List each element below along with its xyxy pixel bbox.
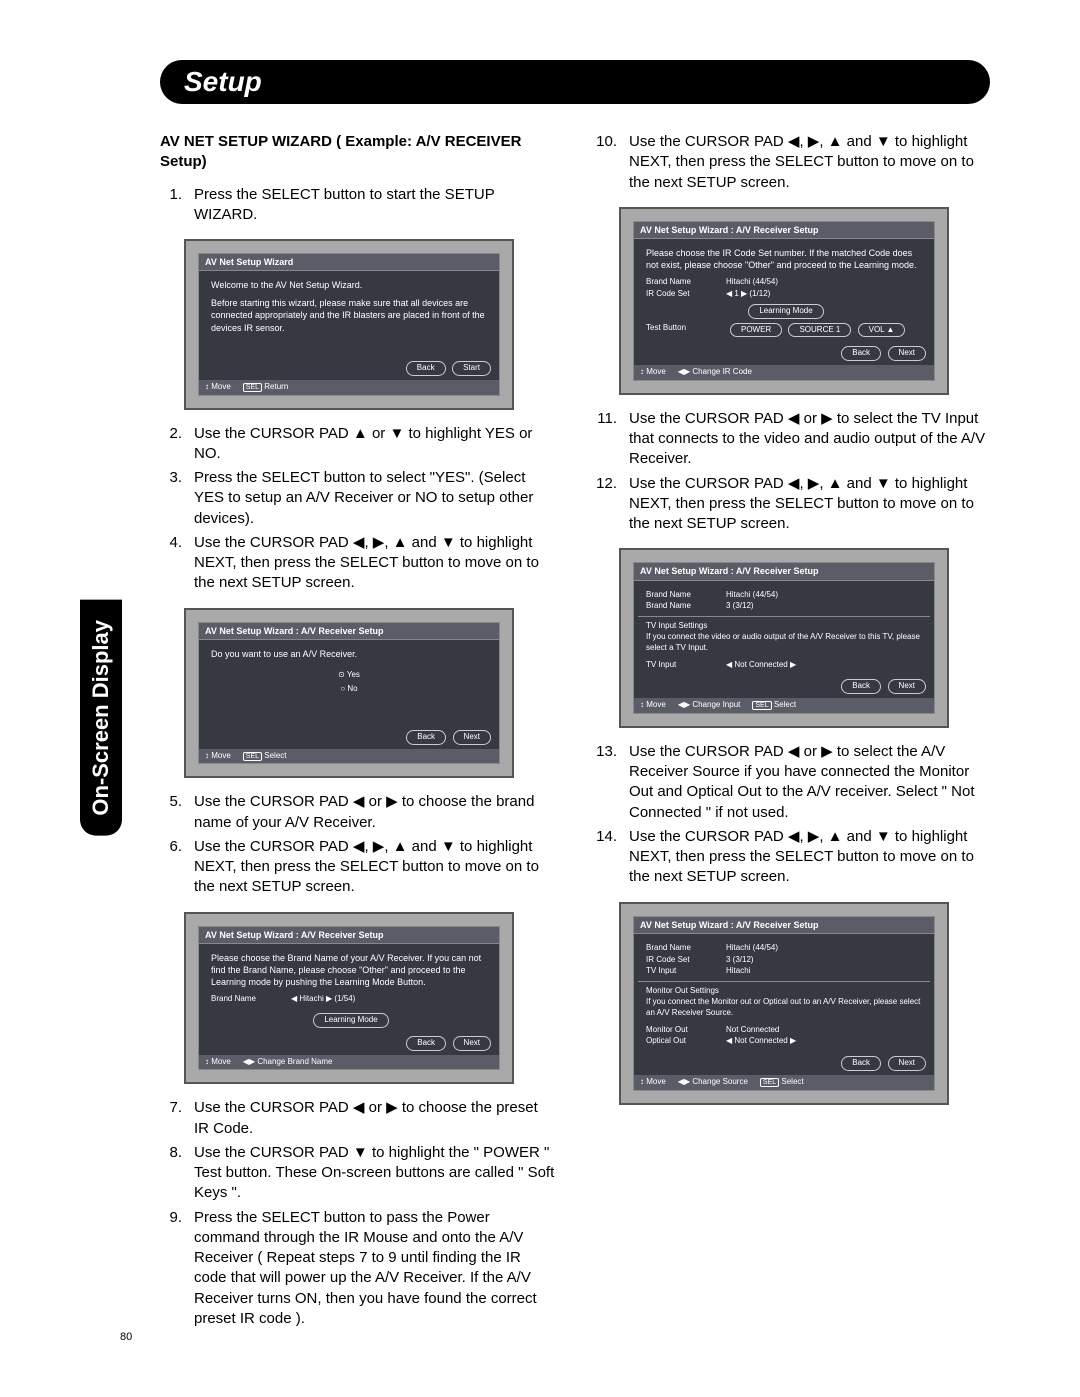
- section-label: TV Input Settings: [646, 621, 922, 632]
- brand-value: Hitachi (44/54): [726, 943, 922, 954]
- brand2-label: Brand Name: [646, 601, 726, 612]
- foot-change: ◀▶ Change Input: [678, 700, 741, 711]
- screen-title: AV Net Setup Wizard : A/V Receiver Setup: [634, 917, 934, 934]
- vol-button[interactable]: VOL ▲: [858, 323, 906, 338]
- instruction-text: If you connect the Monitor out or Optica…: [646, 997, 922, 1019]
- step-11: 11.Use the CURSOR PAD ◀ or ▶ to select t…: [595, 409, 990, 470]
- foot-move: ↕ Move: [640, 1077, 666, 1088]
- next-button[interactable]: Next: [888, 1056, 926, 1071]
- step-13: 13.Use the CURSOR PAD ◀ or ▶ to select t…: [595, 742, 990, 823]
- foot-move: ↕ Move: [205, 751, 231, 762]
- step-10: 10.Use the CURSOR PAD ◀, ▶, ▲ and ▼ to h…: [595, 132, 990, 193]
- step-9: 9.Press the SELECT button to pass the Po…: [160, 1208, 555, 1330]
- brand-label: Brand Name: [646, 943, 726, 954]
- welcome-text: Welcome to the AV Net Setup Wizard.: [211, 279, 487, 291]
- ircode-value: 3 (3/12): [726, 955, 922, 966]
- foot-sel: SEL Select: [752, 700, 796, 711]
- start-button[interactable]: Start: [452, 361, 491, 376]
- back-button[interactable]: Back: [841, 346, 881, 361]
- section-label: Monitor Out Settings: [646, 986, 922, 997]
- step-14: 14.Use the CURSOR PAD ◀, ▶, ▲ and ▼ to h…: [595, 827, 990, 888]
- screen-title: AV Net Setup Wizard : A/V Receiver Setup: [199, 927, 499, 944]
- screen-title: AV Net Setup Wizard: [199, 254, 499, 271]
- brand-label: Brand Name: [646, 277, 726, 288]
- step-6: 6.Use the CURSOR PAD ◀, ▶, ▲ and ▼ to hi…: [160, 837, 555, 898]
- optical-label: Optical Out: [646, 1036, 726, 1047]
- right-column: 10.Use the CURSOR PAD ◀, ▶, ▲ and ▼ to h…: [595, 132, 990, 1333]
- ircode-label: IR Code Set: [646, 289, 726, 300]
- monitor-label: Monitor Out: [646, 1025, 726, 1036]
- tvinput-value: Hitachi: [726, 966, 922, 977]
- test-label: Test Button: [646, 323, 726, 338]
- back-button[interactable]: Back: [406, 361, 446, 376]
- instruction-text: Before starting this wizard, please make…: [211, 297, 487, 333]
- step-2: 2.Use the CURSOR PAD ▲ or ▼ to highlight…: [160, 424, 555, 465]
- foot-change: ◀▶ Change Brand Name: [243, 1057, 333, 1068]
- tv-screen-welcome: AV Net Setup Wizard Welcome to the AV Ne…: [184, 239, 514, 410]
- learning-mode-button[interactable]: Learning Mode: [748, 304, 823, 319]
- instruction-text: Please choose the IR Code Set number. If…: [646, 247, 922, 271]
- tv-screen-ircode: AV Net Setup Wizard : A/V Receiver Setup…: [619, 207, 949, 395]
- tv-screen-brand: AV Net Setup Wizard : A/V Receiver Setup…: [184, 912, 514, 1085]
- monitor-value: Not Connected: [726, 1025, 922, 1036]
- back-button[interactable]: Back: [841, 679, 881, 694]
- brand-value[interactable]: ◀ Hitachi ▶ (1/54): [291, 994, 487, 1005]
- foot-sel: SEL Return: [243, 382, 288, 393]
- foot-change: ◀▶ Change IR Code: [678, 367, 752, 378]
- source-button[interactable]: SOURCE 1: [788, 323, 851, 338]
- section-header: Setup: [160, 60, 990, 104]
- tv-screen-tvinput: AV Net Setup Wizard : A/V Receiver Setup…: [619, 548, 949, 728]
- brand-value: Hitachi (44/54): [726, 590, 922, 601]
- subheading: AV NET SETUP WIZARD ( Example: A/V RECEI…: [160, 132, 555, 173]
- foot-move: ↕ Move: [640, 367, 666, 378]
- ircode-label: IR Code Set: [646, 955, 726, 966]
- next-button[interactable]: Next: [453, 730, 491, 745]
- foot-move: ↕ Move: [205, 1057, 231, 1068]
- left-column: AV NET SETUP WIZARD ( Example: A/V RECEI…: [160, 132, 555, 1333]
- foot-sel: SEL Select: [760, 1077, 804, 1088]
- tv-screen-monitor: AV Net Setup Wizard : A/V Receiver Setup…: [619, 902, 949, 1105]
- back-button[interactable]: Back: [841, 1056, 881, 1071]
- foot-change: ◀▶ Change Source: [678, 1077, 748, 1088]
- screen-title: AV Net Setup Wizard : A/V Receiver Setup: [634, 222, 934, 239]
- next-button[interactable]: Next: [888, 679, 926, 694]
- step-7: 7.Use the CURSOR PAD ◀ or ▶ to choose th…: [160, 1098, 555, 1139]
- back-button[interactable]: Back: [406, 1036, 446, 1051]
- brand-label: Brand Name: [211, 994, 291, 1005]
- question: Do you want to use an A/V Receiver.: [211, 648, 487, 660]
- brand2-value: 3 (3/12): [726, 601, 922, 612]
- side-tab: On-Screen Display: [80, 600, 122, 836]
- power-button[interactable]: POWER: [730, 323, 782, 338]
- step-1: 1.Press the SELECT button to start the S…: [160, 185, 555, 226]
- tv-screen-yesno: AV Net Setup Wizard : A/V Receiver Setup…: [184, 608, 514, 779]
- instruction-text: If you connect the video or audio output…: [646, 632, 922, 654]
- page-number: 80: [120, 1331, 132, 1343]
- optical-value[interactable]: ◀ Not Connected ▶: [726, 1036, 922, 1047]
- tvinput-label: TV Input: [646, 660, 726, 671]
- step-5: 5.Use the CURSOR PAD ◀ or ▶ to choose th…: [160, 792, 555, 833]
- screen-title: AV Net Setup Wizard : A/V Receiver Setup: [634, 563, 934, 580]
- content-columns: AV NET SETUP WIZARD ( Example: A/V RECEI…: [160, 132, 990, 1333]
- step-12: 12.Use the CURSOR PAD ◀, ▶, ▲ and ▼ to h…: [595, 474, 990, 535]
- tvinput-label: TV Input: [646, 966, 726, 977]
- back-button[interactable]: Back: [406, 730, 446, 745]
- step-8: 8.Use the CURSOR PAD ▼ to highlight the …: [160, 1143, 555, 1204]
- no-option[interactable]: ○ No: [211, 684, 487, 695]
- next-button[interactable]: Next: [453, 1036, 491, 1051]
- foot-move: ↕ Move: [640, 700, 666, 711]
- step-3: 3.Press the SELECT button to select "YES…: [160, 468, 555, 529]
- brand-label: Brand Name: [646, 590, 726, 601]
- screen-title: AV Net Setup Wizard : A/V Receiver Setup: [199, 623, 499, 640]
- yes-option[interactable]: ⊙ Yes: [211, 670, 487, 681]
- step-4: 4.Use the CURSOR PAD ◀, ▶, ▲ and ▼ to hi…: [160, 533, 555, 594]
- manual-page: Setup On-Screen Display AV NET SETUP WIZ…: [0, 0, 1080, 1373]
- brand-value: Hitachi (44/54): [726, 277, 922, 288]
- learning-mode-button[interactable]: Learning Mode: [313, 1013, 388, 1028]
- foot-sel: SEL Select: [243, 751, 287, 762]
- tvinput-value[interactable]: ◀ Not Connected ▶: [726, 660, 922, 671]
- next-button[interactable]: Next: [888, 346, 926, 361]
- foot-move: ↕ Move: [205, 382, 231, 393]
- instruction-text: Please choose the Brand Name of your A/V…: [211, 952, 487, 988]
- ircode-value[interactable]: ◀ 1 ▶ (1/12): [726, 289, 922, 300]
